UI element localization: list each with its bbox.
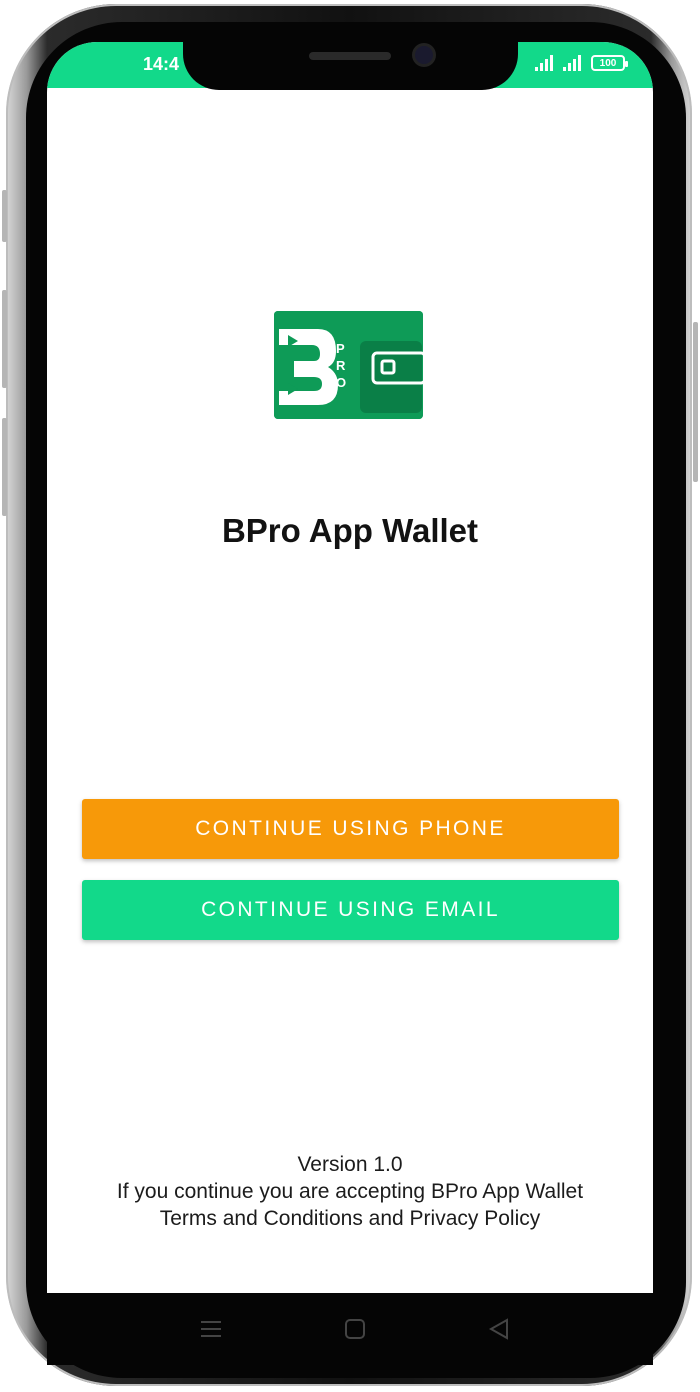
app-title: BPro App Wallet bbox=[221, 512, 479, 549]
front-camera bbox=[415, 46, 433, 64]
battery-level: 100 bbox=[599, 57, 617, 69]
app-screen: 14:4 100 bbox=[47, 42, 653, 1293]
terms-line-1: If you continue you are accepting BPro A… bbox=[116, 1180, 584, 1203]
status-icons: 100 bbox=[535, 55, 628, 71]
logo-letter-o: O bbox=[336, 375, 346, 390]
menu-icon[interactable] bbox=[199, 1317, 223, 1341]
continue-email-button[interactable]: CONTINUE USING EMAIL bbox=[82, 880, 619, 940]
signal-icon bbox=[535, 55, 553, 71]
app-logo: P R O bbox=[274, 311, 427, 419]
footer-text: Version 1.0 If you continue you are acce… bbox=[0, 1151, 700, 1232]
volume-up-button bbox=[2, 190, 7, 242]
home-icon[interactable] bbox=[343, 1317, 367, 1341]
battery-icon: 100 bbox=[591, 55, 628, 71]
terms-line-2[interactable]: Terms and Conditions and Privacy Policy bbox=[0, 1205, 700, 1232]
logo-letter-r: R bbox=[336, 358, 346, 373]
navigation-bar bbox=[47, 1293, 653, 1365]
version-label: Version 1.0 bbox=[297, 1153, 403, 1176]
camera-notch bbox=[183, 28, 518, 90]
logo-letter-p: P bbox=[336, 341, 345, 356]
wallet-logo-icon: P R O bbox=[274, 311, 427, 419]
power-button-left bbox=[2, 418, 7, 516]
status-time: 14:4 bbox=[143, 54, 180, 74]
back-icon[interactable] bbox=[487, 1317, 511, 1341]
signal-2-icon bbox=[563, 55, 581, 71]
power-button bbox=[693, 322, 698, 482]
continue-phone-button[interactable]: CONTINUE USING PHONE bbox=[82, 799, 619, 859]
volume-down-button bbox=[2, 290, 7, 388]
speaker-grille bbox=[309, 52, 391, 60]
